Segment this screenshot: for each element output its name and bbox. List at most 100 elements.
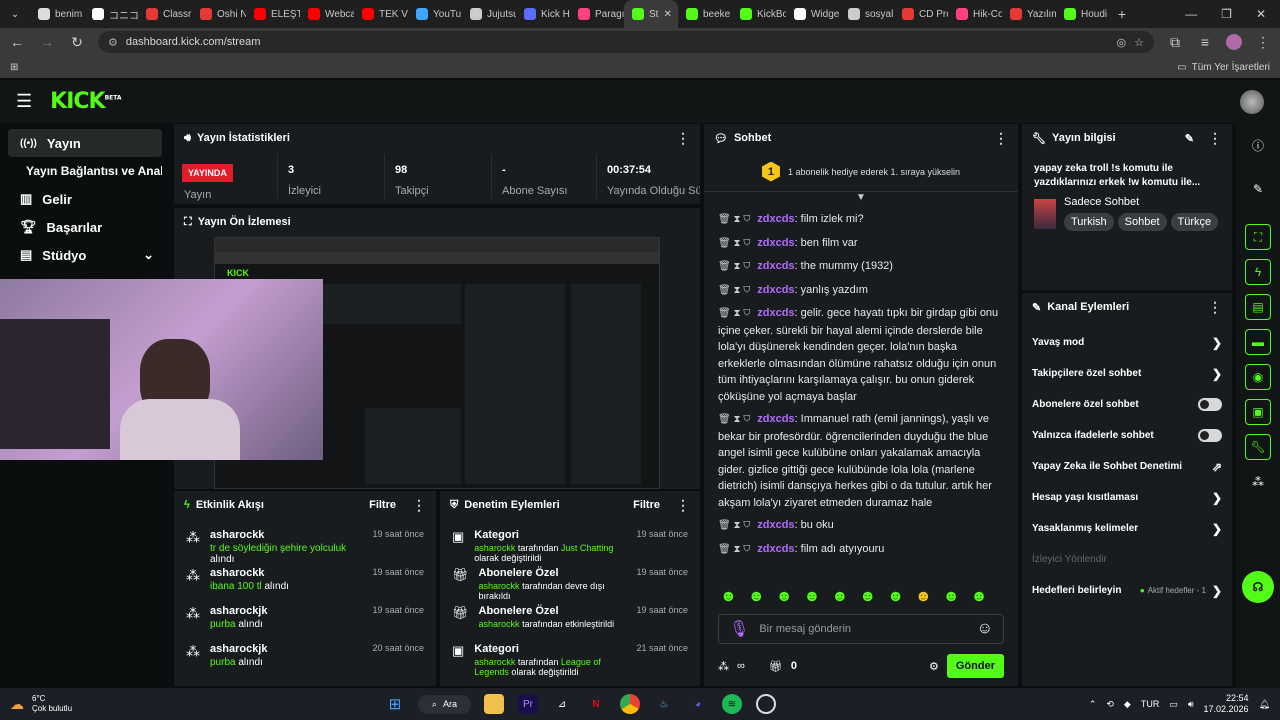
reload-icon[interactable]: ↻ bbox=[68, 34, 86, 51]
chat-username[interactable]: zdxcds bbox=[757, 213, 794, 225]
emoji-picker-icon[interactable]: ☺ bbox=[977, 620, 993, 638]
chat-username[interactable]: zdxcds bbox=[757, 237, 794, 249]
eye-off-icon[interactable]: ◎ bbox=[1117, 36, 1127, 49]
chat-username[interactable]: zdxcds bbox=[757, 260, 794, 272]
browser-tab[interactable]: YouTu bbox=[408, 0, 462, 28]
stream-tag[interactable]: Türkçe bbox=[1170, 213, 1219, 231]
apps-grid-icon[interactable]: ⊞ bbox=[10, 62, 18, 73]
browser-tab[interactable]: コニコ bbox=[84, 0, 138, 28]
browser-tab[interactable]: Hik-Co bbox=[948, 0, 1002, 28]
stream-tag[interactable]: Sohbet bbox=[1117, 213, 1167, 231]
hamburger-menu-icon[interactable]: ☰ bbox=[16, 91, 32, 112]
emote-icon[interactable]: ☻ bbox=[971, 588, 988, 606]
capcut-icon[interactable]: ⊿ bbox=[552, 694, 572, 714]
stats-menu-icon[interactable]: ⋮ bbox=[676, 130, 690, 147]
tray-app-icon[interactable]: ◆ bbox=[1124, 699, 1131, 710]
channel-action-item[interactable]: Yapay Zeka ile Sohbet Denetimi ⇗ bbox=[1022, 451, 1232, 482]
channel-action-item[interactable]: Yavaş mod ❯ bbox=[1022, 327, 1232, 358]
moderation-menu-icon[interactable]: ⋮ bbox=[676, 497, 690, 514]
browser-tab[interactable]: Kick H bbox=[516, 0, 570, 28]
emote-icon[interactable]: ☻ bbox=[804, 588, 821, 606]
media-icon[interactable]: ≡ bbox=[1196, 34, 1214, 50]
tools-toggle-icon[interactable]: 🔧︎ bbox=[1245, 434, 1271, 460]
browser-tab[interactable]: Classr bbox=[138, 0, 192, 28]
extensions-icon[interactable]: ⧉ bbox=[1166, 34, 1184, 51]
discord-icon[interactable]: ◕ bbox=[688, 694, 708, 714]
channel-action-item[interactable]: Hedefleri belirleyin ● Aktif hedefler - 1 ❯ bbox=[1022, 575, 1232, 606]
user-avatar[interactable] bbox=[1240, 89, 1264, 114]
browser-tab[interactable]: Widge bbox=[786, 0, 840, 28]
browser-tab[interactable]: ELEŞTİ bbox=[246, 0, 300, 28]
chat-message[interactable]: 🗑︎ ⧗ ⛉ zdxcds: gelir. gece hayatı tıpkı … bbox=[704, 302, 1018, 408]
browser-tab[interactable]: Webca bbox=[300, 0, 354, 28]
chat-message[interactable]: 🗑︎ ⧗ ⛉ zdxcds: ben film var bbox=[704, 232, 1018, 256]
stream-tag[interactable]: Turkish bbox=[1064, 213, 1114, 231]
spotify-icon[interactable]: ≋ bbox=[721, 694, 742, 714]
chat-message[interactable]: 🗑︎ ⧗ ⛉ zdxcds: film izlek mi? bbox=[704, 208, 1018, 232]
community-icon[interactable]: ⁂ bbox=[1245, 469, 1271, 495]
menu-icon[interactable]: ⋮ bbox=[1254, 34, 1272, 51]
tray-app-icon[interactable]: ⟲ bbox=[1106, 699, 1114, 710]
pencil-icon[interactable]: ✎ bbox=[1245, 176, 1271, 202]
language-indicator[interactable]: TUR bbox=[1141, 699, 1160, 709]
browser-tab[interactable]: TEK Vİ bbox=[354, 0, 408, 28]
channel-actions-menu-icon[interactable]: ⋮ bbox=[1208, 299, 1222, 316]
chat-username[interactable]: zdxcds bbox=[757, 284, 794, 296]
chrome-icon[interactable] bbox=[619, 694, 640, 714]
volume-icon[interactable]: 🔊︎ bbox=[1188, 699, 1194, 710]
url-bar[interactable]: ⚙ dashboard.kick.com/stream ◎ ☆ bbox=[98, 31, 1154, 53]
sidebar-item-yayin[interactable]: ((•)) Yayın bbox=[8, 129, 162, 157]
chat-input[interactable]: 🎙︎ Bir mesaj gönderin ☺ bbox=[718, 614, 1004, 644]
emote-icon[interactable]: ☻ bbox=[831, 588, 848, 606]
emote-icon[interactable]: ☻ bbox=[776, 588, 793, 606]
obs-icon[interactable] bbox=[755, 694, 776, 714]
emote-icon[interactable]: ☻ bbox=[915, 588, 932, 606]
sidebar-item-basarilar[interactable]: 🏆︎ Başarılar bbox=[8, 213, 162, 241]
browser-tab[interactable]: Yazılım bbox=[1002, 0, 1056, 28]
emote-icon[interactable]: ☻ bbox=[859, 588, 876, 606]
broadcast-toggle-icon[interactable]: ◉ bbox=[1245, 364, 1271, 390]
minimize-icon[interactable]: — bbox=[1185, 7, 1197, 21]
browser-tab[interactable]: benim bbox=[30, 0, 84, 28]
toggle-switch[interactable] bbox=[1198, 429, 1222, 442]
close-window-icon[interactable]: ✕ bbox=[1256, 7, 1266, 21]
browser-tab[interactable]: Houdi bbox=[1056, 0, 1110, 28]
taskbar-search[interactable]: ⌕ Ara bbox=[417, 694, 471, 714]
mic-icon[interactable]: 🎙︎ bbox=[729, 619, 749, 639]
close-tab-icon[interactable]: ✕ bbox=[663, 9, 671, 20]
emote-icon[interactable]: ☻ bbox=[887, 588, 904, 606]
bookmark-star-icon[interactable]: ☆ bbox=[1134, 36, 1144, 49]
premiere-icon[interactable]: Pr bbox=[517, 694, 538, 714]
browser-tab[interactable]: sosyal bbox=[840, 0, 894, 28]
chat-message[interactable]: 🗑︎ ⧗ ⛉ zdxcds: bu oku bbox=[704, 514, 1018, 538]
toggle-switch[interactable] bbox=[1198, 398, 1222, 411]
emote-icon[interactable]: ☻ bbox=[943, 588, 960, 606]
browser-tab[interactable]: Oshi N bbox=[192, 0, 246, 28]
restore-icon[interactable]: ❐ bbox=[1221, 7, 1232, 21]
preview-toggle-icon[interactable]: ⛶ bbox=[1245, 224, 1271, 250]
sidebar-item-stream-key[interactable]: Yayın Bağlantısı ve Anahtarı bbox=[8, 157, 162, 185]
gift-icon[interactable]: 🎁︎ bbox=[769, 660, 783, 673]
channel-action-item[interactable]: Hesap yaşı kısıtlaması ❯ bbox=[1022, 482, 1232, 513]
activity-toggle-icon[interactable]: ϟ bbox=[1245, 259, 1271, 285]
points-icon[interactable]: ⁂ bbox=[718, 660, 729, 673]
stream-info-menu-icon[interactable]: ⋮ bbox=[1208, 130, 1222, 147]
send-button[interactable]: Gönder bbox=[946, 654, 1004, 678]
chat-username[interactable]: zdxcds bbox=[757, 543, 794, 555]
steam-icon[interactable]: ♨ bbox=[654, 694, 674, 714]
chat-message[interactable]: 🗑︎ ⧗ ⛉ zdxcds: the mummy (1932) bbox=[704, 255, 1018, 279]
help-button[interactable]: ☊ bbox=[1242, 571, 1274, 603]
channel-action-item[interactable]: Yalnızca ifadelerle sohbet bbox=[1022, 420, 1232, 451]
sidebar-item-gelir[interactable]: ▥ Gelir bbox=[8, 185, 162, 213]
new-tab-button[interactable]: + bbox=[1110, 6, 1134, 22]
file-explorer-icon[interactable] bbox=[483, 694, 504, 714]
channel-action-item[interactable]: Abonelere özel sohbet bbox=[1022, 389, 1232, 420]
chat-settings-icon[interactable]: ⚙ bbox=[929, 660, 939, 673]
sidebar-item-studyo[interactable]: ▤ Stüdyo ⌄ bbox=[8, 241, 162, 269]
browser-tab[interactable]: Jujutsu bbox=[462, 0, 516, 28]
browser-tab[interactable]: CD Pro bbox=[894, 0, 948, 28]
browser-tab[interactable]: beeke bbox=[678, 0, 732, 28]
forward-icon[interactable]: → bbox=[38, 34, 56, 50]
moderation-filter-button[interactable]: Filtre bbox=[633, 499, 660, 511]
browser-tab[interactable]: Paragı bbox=[570, 0, 624, 28]
